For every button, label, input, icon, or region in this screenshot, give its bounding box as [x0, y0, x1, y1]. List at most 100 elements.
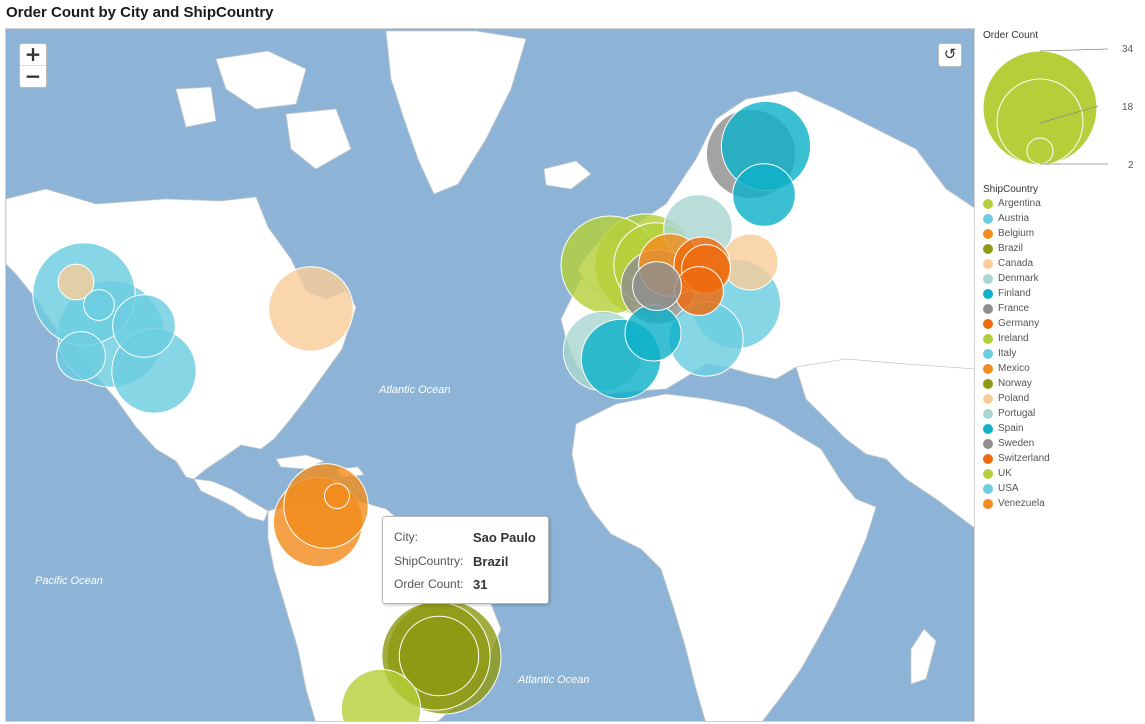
bubble-usa[interactable]: [56, 331, 106, 381]
legend-label: Belgium: [998, 228, 1035, 239]
legend-item-france[interactable]: France: [983, 301, 1050, 316]
legend-swatch: [983, 454, 993, 464]
legend-swatch: [983, 274, 993, 284]
bubble-canada[interactable]: [268, 266, 354, 352]
bubble-switzerland[interactable]: [674, 266, 724, 316]
legend-label: Portugal: [998, 408, 1036, 419]
legend-label: Argentina: [998, 198, 1041, 209]
map-canvas[interactable]: [6, 29, 975, 722]
legend-swatch: [983, 319, 993, 329]
legend-swatch: [983, 469, 993, 479]
legend-item-spain[interactable]: Spain: [983, 421, 1050, 436]
legend-label: Denmark: [998, 273, 1039, 284]
size-tick-max: 34: [1122, 44, 1134, 55]
bubble-finland[interactable]: [732, 163, 796, 227]
legend-swatch: [983, 304, 993, 314]
zoom-control[interactable]: + −: [19, 43, 47, 88]
land-madagascar: [910, 628, 937, 685]
legend-label: Venezuela: [998, 498, 1045, 509]
legend-item-venezuela[interactable]: Venezuela: [983, 496, 1050, 511]
bubble-usa[interactable]: [112, 294, 176, 358]
legend-swatch: [983, 244, 993, 254]
color-legend-title: ShipCountry: [983, 184, 1039, 195]
tooltip-country-value: Brazil: [473, 554, 509, 569]
legend-label: Spain: [998, 423, 1024, 434]
legend-label: France: [998, 303, 1030, 314]
legend-item-switzerland[interactable]: Switzerland: [983, 451, 1050, 466]
bubble-usa[interactable]: [83, 289, 115, 321]
legend-swatch: [983, 394, 993, 404]
zoom-in-button[interactable]: +: [20, 44, 46, 65]
ocean-label-north-atlantic: Atlantic Ocean: [379, 384, 451, 396]
legend-item-canada[interactable]: Canada: [983, 256, 1050, 271]
legend-label: Ireland: [998, 333, 1029, 344]
reset-view-icon[interactable]: ↺: [938, 43, 962, 67]
legend-label: USA: [998, 483, 1019, 494]
color-legend-list: Argentina Austria Belgium Brazil Canada Denma…: [983, 196, 1050, 511]
legend-item-usa[interactable]: USA: [983, 481, 1050, 496]
legend-item-germany[interactable]: Germany: [983, 316, 1050, 331]
tooltip-count-label: Order Count:: [394, 577, 464, 591]
legend-swatch: [983, 364, 993, 374]
legend-label: Canada: [998, 258, 1034, 269]
tooltip-count-value: 31: [473, 577, 488, 592]
bubble-venezuela[interactable]: [324, 483, 350, 509]
legend-swatch: [983, 259, 993, 269]
legend-item-poland[interactable]: Poland: [983, 391, 1050, 406]
legend-label: Switzerland: [998, 453, 1050, 464]
legend-label: Brazil: [998, 243, 1024, 254]
legend-item-brazil[interactable]: Brazil: [983, 241, 1050, 256]
legend-panel: Order Count 34 18 2 ShipCountry Argentin…: [980, 28, 1140, 528]
size-legend-line-max: [1039, 48, 1109, 52]
legend-item-uk[interactable]: UK: [983, 466, 1050, 481]
legend-swatch: [983, 379, 993, 389]
legend-swatch: [983, 499, 993, 509]
legend-swatch: [983, 409, 993, 419]
bubble-spain[interactable]: [624, 304, 682, 362]
page-title: Order Count by City and ShipCountry: [6, 4, 274, 21]
tooltip-city-value: Sao Paulo: [473, 530, 536, 545]
legend-item-belgium[interactable]: Belgium: [983, 226, 1050, 241]
ocean-label-pacific: Pacific Ocean: [35, 575, 103, 587]
map-tooltip: City: Sao Paulo ShipCountry: Brazil Orde…: [382, 516, 549, 604]
legend-item-sweden[interactable]: Sweden: [983, 436, 1050, 451]
legend-item-norway[interactable]: Norway: [983, 376, 1050, 391]
legend-swatch: [983, 214, 993, 224]
legend-item-austria[interactable]: Austria: [983, 211, 1050, 226]
land-africa: [571, 393, 877, 721]
bubble-poland[interactable]: [721, 233, 779, 291]
zoom-out-button[interactable]: −: [20, 65, 46, 87]
land-arctic-islands: [175, 50, 352, 170]
tooltip-country-label: ShipCountry:: [394, 554, 464, 568]
legend-item-portugal[interactable]: Portugal: [983, 406, 1050, 421]
legend-swatch: [983, 484, 993, 494]
legend-item-finland[interactable]: Finland: [983, 286, 1050, 301]
bubble-venezuela[interactable]: [283, 463, 369, 549]
land-iceland: [543, 160, 592, 190]
legend-label: Austria: [998, 213, 1030, 224]
legend-label: Germany: [998, 318, 1040, 329]
legend-swatch: [983, 229, 993, 239]
legend-label: Norway: [998, 378, 1032, 389]
legend-label: Poland: [998, 393, 1030, 404]
legend-item-argentina[interactable]: Argentina: [983, 196, 1050, 211]
legend-item-mexico[interactable]: Mexico: [983, 361, 1050, 376]
size-legend-circle-min: [1026, 137, 1054, 165]
legend-swatch: [983, 289, 993, 299]
legend-swatch: [983, 439, 993, 449]
map-view[interactable]: + − ↺ Atlantic Ocean Pacific Ocean Atlan…: [5, 28, 975, 722]
size-tick-min: 2: [1128, 160, 1134, 171]
legend-item-italy[interactable]: Italy: [983, 346, 1050, 361]
legend-swatch: [983, 199, 993, 209]
legend-swatch: [983, 349, 993, 359]
land-central-america: [193, 478, 269, 522]
legend-label: Mexico: [998, 363, 1030, 374]
legend-label: Italy: [998, 348, 1017, 359]
legend-swatch: [983, 424, 993, 434]
legend-item-ireland[interactable]: Ireland: [983, 331, 1050, 346]
bubble-france[interactable]: [632, 261, 682, 311]
legend-swatch: [983, 334, 993, 344]
ocean-label-south-atlantic: Atlantic Ocean: [518, 674, 590, 686]
legend-label: UK: [998, 468, 1012, 479]
legend-item-denmark[interactable]: Denmark: [983, 271, 1050, 286]
